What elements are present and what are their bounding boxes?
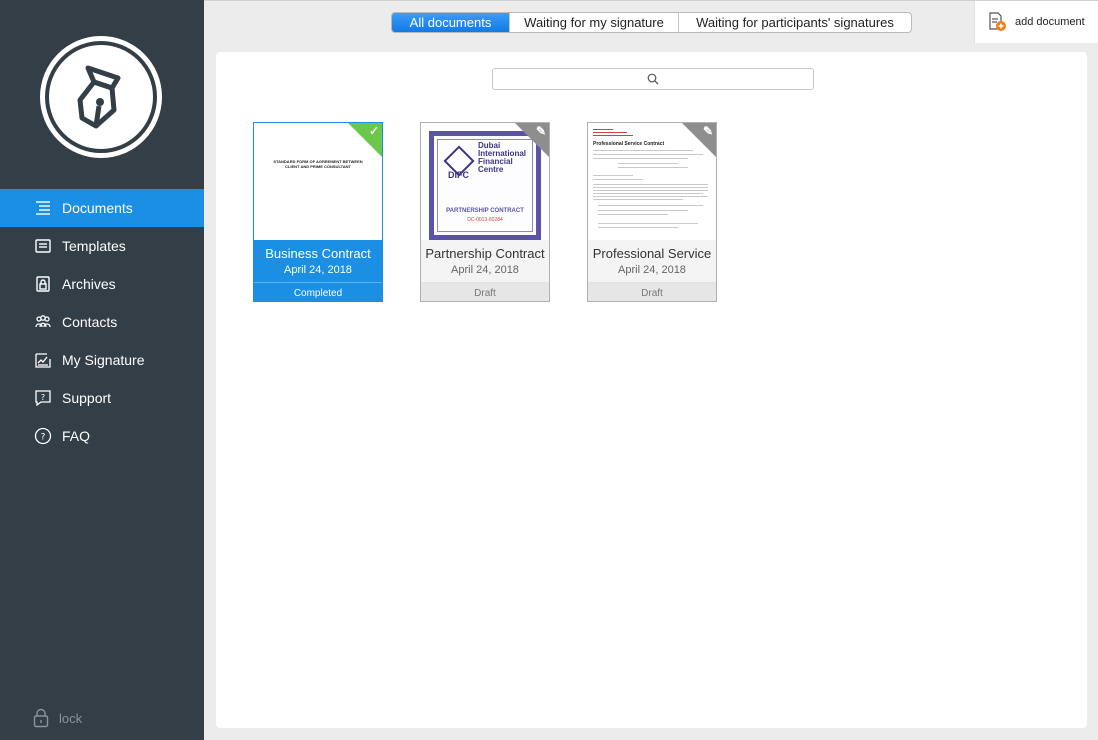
preview-heading: Professional Service Contract	[593, 141, 665, 147]
svg-text:?: ?	[41, 433, 46, 443]
preview-abbr: DIFC	[448, 170, 469, 180]
sidebar-item-label: Support	[62, 390, 112, 406]
document-card-professional-service[interactable]: Professional Service Contract ✎ Professi…	[587, 122, 717, 302]
sidebar-item-label: Archives	[62, 276, 116, 292]
template-icon	[34, 237, 52, 255]
status-badge: Draft	[421, 282, 549, 301]
sidebar-item-archives[interactable]: Archives	[0, 265, 204, 303]
sidebar-item-documents[interactable]: Documents	[0, 189, 204, 227]
preview-heading: STANDARD FORM OF AGREEMENT BETWEEN CLIEN…	[273, 159, 363, 169]
sidebar-item-templates[interactable]: Templates	[0, 227, 204, 265]
tab-waiting-for-participants-signatures[interactable]: Waiting for participants' signatures	[679, 13, 911, 32]
preview-heading: PARTNERSHIP CONTRACT	[446, 208, 524, 214]
document-date: April 24, 2018	[284, 264, 352, 276]
sidebar-item-label: FAQ	[62, 428, 91, 444]
document-thumbnail: DIFC Dubai International Financial Centr…	[421, 123, 549, 240]
checkmark-icon: ✓	[368, 124, 379, 138]
documents-panel: STANDARD FORM OF AGREEMENT BETWEEN CLIEN…	[216, 52, 1087, 728]
sidebar-item-label: Documents	[62, 200, 133, 216]
sidebar-item-label: My Signature	[62, 352, 145, 368]
sidebar-item-label: Contacts	[62, 314, 118, 330]
archive-lock-icon	[34, 275, 52, 293]
top-bar: All documents Waiting for my signature W…	[204, 0, 1098, 43]
sidebar-item-support[interactable]: ? Support	[0, 379, 204, 417]
document-date: April 24, 2018	[451, 264, 519, 276]
document-title: Professional Service	[592, 246, 712, 261]
list-lines-icon	[34, 199, 52, 217]
status-badge: Draft	[588, 282, 716, 301]
pencil-icon: ✎	[702, 124, 713, 138]
sidebar-item-label: Templates	[62, 238, 126, 254]
add-document-icon	[989, 12, 1006, 31]
document-title: Business Contract	[265, 246, 371, 261]
document-card-business-contract[interactable]: STANDARD FORM OF AGREEMENT BETWEEN CLIEN…	[253, 122, 383, 302]
people-icon	[34, 313, 52, 331]
question-circle-icon: ?	[34, 427, 52, 445]
sidebar: Documents Templates Archives Contacts My…	[0, 0, 204, 740]
tab-waiting-for-my-signature[interactable]: Waiting for my signature	[510, 13, 679, 32]
padlock-icon	[33, 708, 49, 728]
sidebar-nav: Documents Templates Archives Contacts My…	[0, 189, 204, 455]
fountain-pen-nib-icon	[77, 65, 121, 129]
document-card-partnership-contract[interactable]: DIFC Dubai International Financial Centr…	[420, 122, 550, 302]
document-thumbnail: STANDARD FORM OF AGREEMENT BETWEEN CLIEN…	[254, 123, 382, 240]
search-icon	[647, 73, 659, 85]
signature-icon	[34, 351, 52, 369]
search-input[interactable]	[492, 68, 814, 90]
sidebar-item-contacts[interactable]: Contacts	[0, 303, 204, 341]
document-date: April 24, 2018	[618, 264, 686, 276]
svg-text:?: ?	[41, 393, 45, 402]
pencil-icon: ✎	[535, 124, 546, 138]
add-document-label: add document	[1015, 16, 1085, 28]
add-document-button[interactable]: add document	[974, 1, 1098, 43]
document-thumbnail: Professional Service Contract ✎	[588, 123, 716, 240]
app-logo	[40, 36, 162, 158]
lock-label: lock	[59, 710, 83, 726]
sidebar-item-my-signature[interactable]: My Signature	[0, 341, 204, 379]
question-bubble-icon: ?	[34, 389, 52, 407]
status-badge: Completed	[254, 282, 382, 301]
filter-tabs: All documents Waiting for my signature W…	[391, 12, 912, 33]
preview-number: DC-0013-60284	[467, 217, 503, 223]
lock-button[interactable]: lock	[33, 708, 82, 728]
sidebar-item-faq[interactable]: ? FAQ	[0, 417, 204, 455]
tab-all-documents[interactable]: All documents	[392, 13, 510, 32]
document-title: Partnership Contract	[425, 246, 545, 261]
